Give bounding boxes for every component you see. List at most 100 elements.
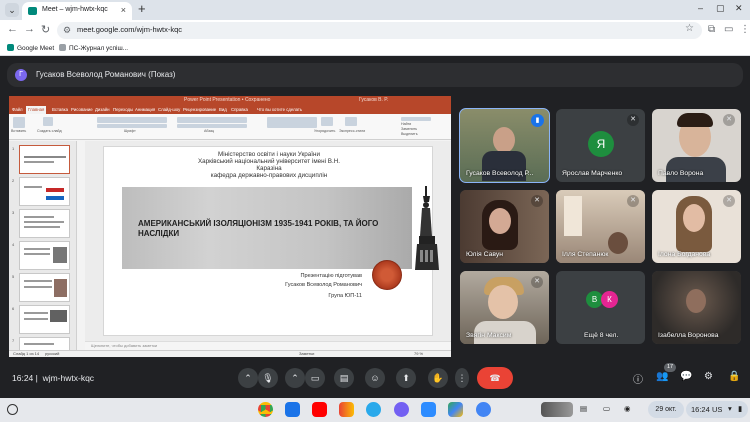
- paragraph-format-buttons[interactable]: [177, 124, 247, 128]
- slide-thumbnail[interactable]: 4: [12, 241, 70, 270]
- zoom-app-icon[interactable]: [421, 402, 436, 417]
- date-pill[interactable]: 29 окт.: [648, 401, 684, 418]
- site-info-icon[interactable]: ⚙: [63, 25, 71, 36]
- ribbon-label-replace[interactable]: Заменить: [401, 127, 417, 131]
- video-settings-icon[interactable]: ⌃: [285, 368, 305, 388]
- meet-window-preview[interactable]: [541, 402, 573, 417]
- battery-icon: ▮: [738, 404, 743, 413]
- activities-icon[interactable]: ⚙: [704, 371, 713, 382]
- menu-kebab-icon[interactable]: ⋮: [740, 24, 750, 35]
- slide-thumbnail[interactable]: 6: [12, 305, 70, 334]
- files-app-icon[interactable]: [285, 402, 300, 417]
- ppt-tab-design[interactable]: Дизайн: [95, 107, 109, 112]
- microphone-icon[interactable]: 🎙: [258, 368, 278, 388]
- status-zoom[interactable]: 79 %: [414, 351, 423, 356]
- tab-search-icon[interactable]: ⌄: [5, 3, 19, 17]
- participant-tile[interactable]: Я ✕ Ярослав Марченко: [556, 109, 645, 182]
- ppt-tab-animation[interactable]: Анимация: [135, 107, 155, 112]
- ppt-tab-view[interactable]: Вид: [219, 107, 227, 112]
- find-icon[interactable]: [401, 117, 431, 121]
- viber-app-icon[interactable]: [394, 402, 409, 417]
- raise-hand-icon[interactable]: ✋: [428, 368, 448, 388]
- ppt-tab-draw[interactable]: Рисование: [71, 107, 93, 112]
- forward-icon[interactable]: →: [24, 23, 35, 35]
- emoji-reactions-icon[interactable]: ☺: [365, 368, 385, 388]
- participant-tile[interactable]: ✕ Павло Ворона: [652, 109, 741, 182]
- font-controls[interactable]: [97, 117, 167, 123]
- ppt-tab-review[interactable]: Рецензирование: [183, 107, 216, 112]
- slide-thumbnail[interactable]: 2: [12, 177, 70, 206]
- ppt-tell-me[interactable]: Что вы хотите сделать: [257, 107, 302, 112]
- tab-close-icon[interactable]: ×: [121, 5, 126, 15]
- people-icon[interactable]: 👥: [656, 371, 668, 382]
- ppt-tab-transitions[interactable]: Переходы: [113, 107, 133, 112]
- play-store-app-icon[interactable]: [448, 402, 463, 417]
- status-area[interactable]: 16:24 US ▾ ▮: [686, 401, 748, 418]
- back-icon[interactable]: ←: [7, 23, 18, 35]
- slide-thumbnail[interactable]: 1: [12, 145, 70, 174]
- bookmark-journal[interactable]: ПС-Журнал успіш...: [59, 44, 128, 52]
- participant-tile[interactable]: ✕ Ілля Степанюк: [556, 190, 645, 263]
- participant-tile[interactable]: ▮ Гусаков Всеволод Р...: [459, 108, 550, 183]
- current-slide[interactable]: Міністерство освіти і науки України Харк…: [103, 146, 439, 336]
- notes-pane[interactable]: Щелкните, чтобы добавить заметки: [85, 341, 451, 350]
- new-tab-icon[interactable]: +: [138, 1, 146, 16]
- clipboard-icon[interactable]: ▤: [580, 404, 587, 413]
- browser-tab-meet[interactable]: Meet – wjm-hwtx-kqc ×: [22, 2, 132, 20]
- participant-tile[interactable]: ✕ Ілона Богданова: [652, 190, 741, 263]
- quick-styles-icon[interactable]: [345, 117, 357, 126]
- telegram-app-icon[interactable]: [366, 402, 381, 417]
- slide-university: Харківський національний університет іме…: [197, 158, 341, 165]
- omnibox[interactable]: ⚙ meet.google.com/wjm-hwtx-kqc ☆: [57, 22, 702, 39]
- paste-icon[interactable]: [13, 117, 25, 128]
- ppt-tab-slideshow[interactable]: Слайд-шоу: [158, 107, 180, 112]
- shapes-gallery[interactable]: [267, 117, 317, 128]
- ppt-tab-file[interactable]: Файл: [12, 107, 23, 112]
- slide-thumbnail[interactable]: 7: [12, 337, 70, 351]
- bookmark-google-meet[interactable]: Google Meet: [7, 44, 54, 52]
- audio-settings-icon[interactable]: ⌃: [238, 368, 258, 388]
- tray-status-icon[interactable]: ◉: [624, 404, 631, 413]
- screen-capture-icon[interactable]: ▭: [603, 404, 610, 413]
- participant-tile[interactable]: ✕ Звягін Максим: [460, 271, 549, 344]
- chat-icon[interactable]: 💬: [680, 371, 692, 382]
- slide-thumbnail[interactable]: 3: [12, 209, 70, 238]
- arrange-icon[interactable]: [321, 117, 333, 126]
- meeting-info-icon[interactable]: ⓘ: [633, 371, 643, 386]
- ribbon-label-select[interactable]: Выделить: [401, 132, 418, 136]
- app-icon[interactable]: [476, 402, 491, 417]
- profile-icon[interactable]: ▭: [724, 24, 733, 35]
- end-call-button[interactable]: ☎: [477, 367, 513, 389]
- participant-tile[interactable]: Ізабелла Воронова: [652, 271, 741, 344]
- ribbon-label-find[interactable]: Найти: [401, 122, 411, 126]
- participant-video: [493, 127, 515, 153]
- ppt-tab-help[interactable]: Справка: [231, 107, 248, 112]
- more-participants-tile[interactable]: В К Ещё 8 чел.: [556, 271, 645, 344]
- present-screen-icon[interactable]: ⬆: [396, 368, 416, 388]
- maximize-icon[interactable]: ▢: [716, 3, 725, 14]
- ppt-tab-home[interactable]: Главная: [26, 106, 47, 114]
- launcher-icon[interactable]: [7, 404, 18, 415]
- host-controls-icon[interactable]: 🔒: [728, 371, 740, 382]
- new-slide-icon[interactable]: [43, 117, 53, 126]
- reload-icon[interactable]: ↻: [41, 23, 50, 36]
- extensions-icon[interactable]: ⧉: [708, 24, 715, 35]
- font-format-buttons[interactable]: [97, 124, 167, 128]
- participant-tile[interactable]: ✕ Юлія Савун: [460, 190, 549, 263]
- paragraph-controls[interactable]: [177, 117, 247, 123]
- slide-thumbnail[interactable]: 5: [12, 273, 70, 302]
- minimize-icon[interactable]: –: [698, 3, 703, 13]
- captions-icon[interactable]: ▤: [334, 368, 354, 388]
- gmail-app-icon[interactable]: [339, 402, 354, 417]
- more-options-icon[interactable]: ⋮: [455, 368, 469, 388]
- ppt-tab-insert[interactable]: Вставка: [52, 107, 68, 112]
- bookmark-star-icon[interactable]: ☆: [685, 23, 694, 34]
- url-text[interactable]: meet.google.com/wjm-hwtx-kqc: [77, 25, 182, 34]
- youtube-app-icon[interactable]: [312, 402, 327, 417]
- close-window-icon[interactable]: ✕: [735, 3, 743, 14]
- status-notes[interactable]: Заметки: [299, 351, 314, 356]
- meeting-controls: 16:24 | wjm-hwtx-kqc ⌃ 🎙 ⌃ ▭ ▤ ☺ ⬆ ✋ ⋮ ☎…: [0, 363, 750, 395]
- camera-icon[interactable]: ▭: [305, 368, 325, 388]
- chrome-app-icon[interactable]: [258, 402, 273, 417]
- status-language[interactable]: русский: [45, 351, 59, 356]
